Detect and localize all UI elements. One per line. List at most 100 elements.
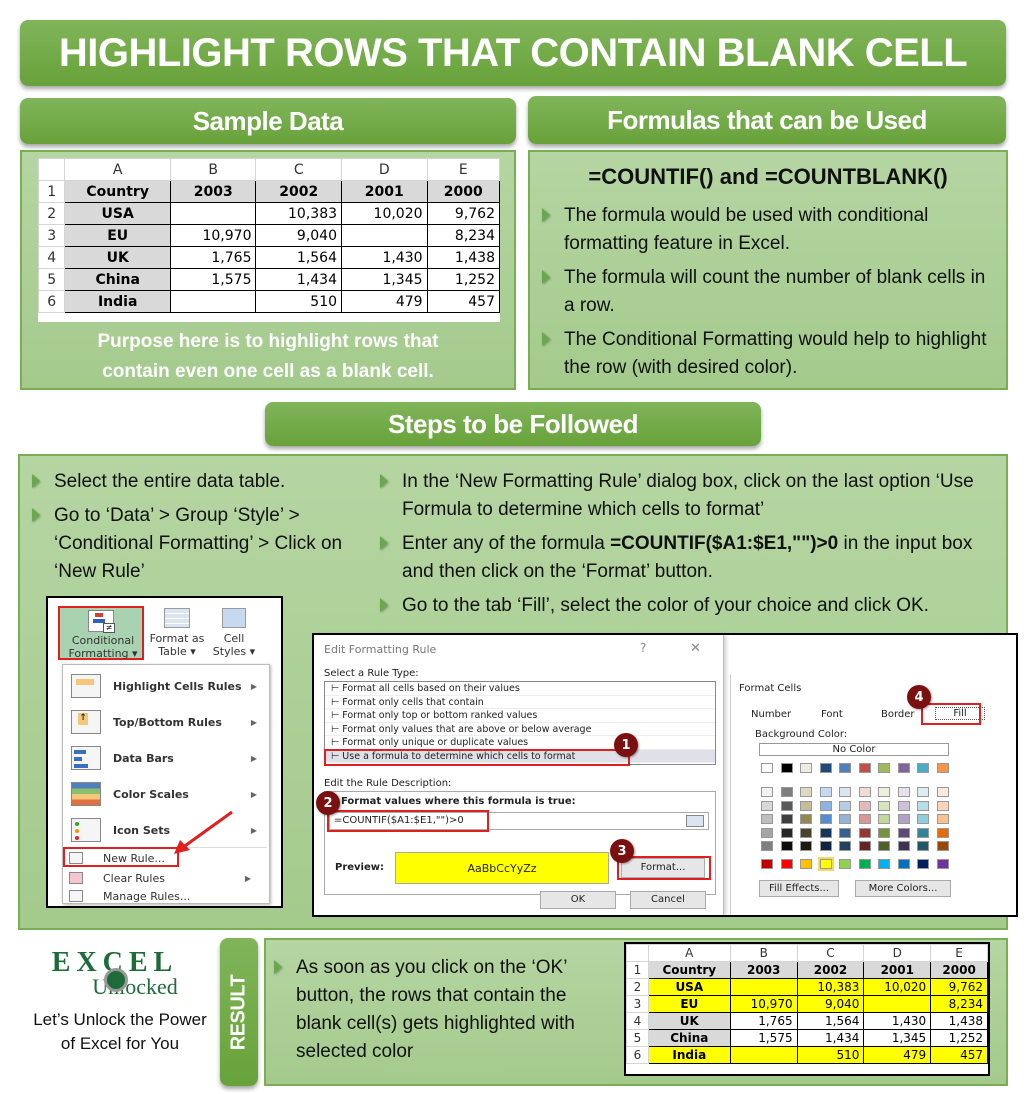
color-swatch[interactable]	[917, 827, 929, 838]
rule-type-option[interactable]: ⊢ Format only cells that contain	[325, 696, 715, 709]
table-header-cell[interactable]: 2000	[426, 180, 501, 203]
table-cell[interactable]: 479	[341, 290, 428, 313]
column-header[interactable]: B	[169, 158, 257, 181]
color-swatch[interactable]	[858, 859, 871, 869]
close-button[interactable]: ✕	[690, 641, 701, 656]
table-cell[interactable]: 1,575	[729, 1029, 798, 1047]
row-number[interactable]: 6	[626, 1046, 649, 1064]
table-cell[interactable]: 1,765	[169, 246, 257, 269]
menu-item-highlight-cells-rules[interactable]: Highlight Cells Rules ▶	[71, 671, 267, 701]
row-number[interactable]: 1	[626, 961, 649, 979]
no-color-button[interactable]: No Color	[759, 743, 949, 756]
color-swatch[interactable]	[936, 763, 949, 773]
column-header[interactable]: D	[863, 944, 932, 962]
table-cell[interactable]	[169, 290, 257, 313]
cell-styles-button[interactable]: Cell Styles ▾	[208, 606, 260, 660]
table-header-cell[interactable]: 2002	[796, 961, 865, 979]
table-header-cell[interactable]: 2003	[729, 961, 798, 979]
color-swatch[interactable]	[936, 859, 949, 869]
color-swatch[interactable]	[917, 859, 929, 869]
color-swatch[interactable]	[917, 841, 929, 851]
row-number[interactable]: 2	[37, 202, 66, 225]
color-swatch[interactable]	[878, 814, 890, 824]
color-swatch[interactable]	[858, 800, 871, 811]
table-cell[interactable]: China	[64, 268, 171, 291]
color-swatch[interactable]	[917, 800, 929, 811]
color-swatch[interactable]	[917, 814, 929, 824]
color-swatch[interactable]	[761, 859, 773, 869]
color-swatch[interactable]	[878, 827, 890, 838]
table-header-cell[interactable]: 2001	[341, 180, 428, 203]
table-cell[interactable]: 510	[796, 1046, 865, 1064]
color-swatch[interactable]	[897, 787, 910, 797]
table-cell[interactable]: 1,564	[255, 246, 343, 269]
color-swatch[interactable]	[839, 841, 851, 851]
color-swatch[interactable]	[878, 787, 890, 797]
cancel-button[interactable]: Cancel	[630, 891, 706, 909]
tab-font[interactable]: Font	[821, 709, 843, 720]
color-swatch[interactable]	[936, 787, 949, 797]
color-swatch[interactable]	[839, 787, 851, 797]
column-header[interactable]: A	[64, 158, 171, 181]
color-swatch[interactable]	[800, 763, 812, 773]
table-cell[interactable]: 457	[426, 290, 501, 313]
table-cell[interactable]: 1,434	[796, 1029, 865, 1047]
format-as-table-button[interactable]: Format as Table ▾	[146, 606, 208, 660]
color-swatch[interactable]	[839, 814, 851, 824]
color-swatch[interactable]	[800, 787, 812, 797]
color-swatch[interactable]	[878, 763, 890, 773]
table-cell[interactable]: 1,564	[796, 1012, 865, 1030]
color-swatch[interactable]	[761, 800, 773, 811]
table-cell[interactable]: 9,040	[796, 995, 865, 1013]
table-cell[interactable]: 10,970	[169, 224, 257, 247]
color-swatch[interactable]	[897, 827, 910, 838]
rule-type-option[interactable]: ⊢ Format only values that are above or b…	[325, 723, 715, 736]
color-swatch[interactable]	[780, 814, 793, 824]
table-cell[interactable]: EU	[64, 224, 171, 247]
table-header-cell[interactable]: Country	[647, 961, 731, 979]
table-cell[interactable]: 479	[863, 1046, 932, 1064]
color-swatch[interactable]	[819, 814, 832, 824]
table-cell[interactable]: India	[647, 1046, 731, 1064]
color-swatch[interactable]	[839, 800, 851, 811]
color-swatch[interactable]	[858, 841, 871, 851]
table-header-cell[interactable]: 2000	[930, 961, 988, 979]
color-swatch[interactable]	[897, 763, 910, 773]
color-swatch[interactable]	[780, 787, 793, 797]
table-cell[interactable]: 1,434	[255, 268, 343, 291]
menu-item-clear-rules[interactable]: Clear Rules ▶	[65, 869, 261, 887]
table-cell[interactable]: 9,762	[426, 202, 501, 225]
column-header[interactable]: C	[255, 158, 343, 181]
select-all-corner[interactable]	[37, 158, 66, 181]
fill-effects-button[interactable]: Fill Effects...	[759, 880, 839, 897]
table-cell[interactable]: USA	[647, 978, 731, 996]
table-header-cell[interactable]: 2001	[863, 961, 932, 979]
table-cell[interactable]: 10,020	[863, 978, 932, 996]
color-swatch[interactable]	[819, 763, 832, 773]
color-swatch[interactable]	[897, 859, 910, 869]
row-number[interactable]: 3	[37, 224, 66, 247]
color-swatch[interactable]	[761, 763, 773, 773]
table-cell[interactable]: 510	[255, 290, 343, 313]
color-swatch[interactable]	[800, 841, 812, 851]
table-cell[interactable]: 1,575	[169, 268, 257, 291]
ok-button[interactable]: OK	[540, 891, 616, 909]
table-cell[interactable]: 1,345	[341, 268, 428, 291]
color-swatch[interactable]	[858, 814, 871, 824]
table-cell[interactable]: 457	[930, 1046, 988, 1064]
color-swatch[interactable]	[800, 859, 812, 869]
table-cell[interactable]: EU	[647, 995, 731, 1013]
color-swatch[interactable]	[800, 827, 812, 838]
row-number[interactable]: 3	[626, 995, 649, 1013]
color-swatch[interactable]	[917, 787, 929, 797]
color-swatch[interactable]	[897, 841, 910, 851]
color-swatch[interactable]	[800, 800, 812, 811]
color-swatch[interactable]	[817, 857, 834, 871]
table-cell[interactable]: 1,438	[426, 246, 501, 269]
table-cell[interactable]: 1,438	[930, 1012, 988, 1030]
color-swatch[interactable]	[780, 859, 793, 869]
color-swatch[interactable]	[819, 827, 832, 838]
row-number[interactable]: 5	[626, 1029, 649, 1047]
row-number[interactable]: 4	[37, 246, 66, 269]
more-colors-button[interactable]: More Colors...	[855, 880, 951, 897]
